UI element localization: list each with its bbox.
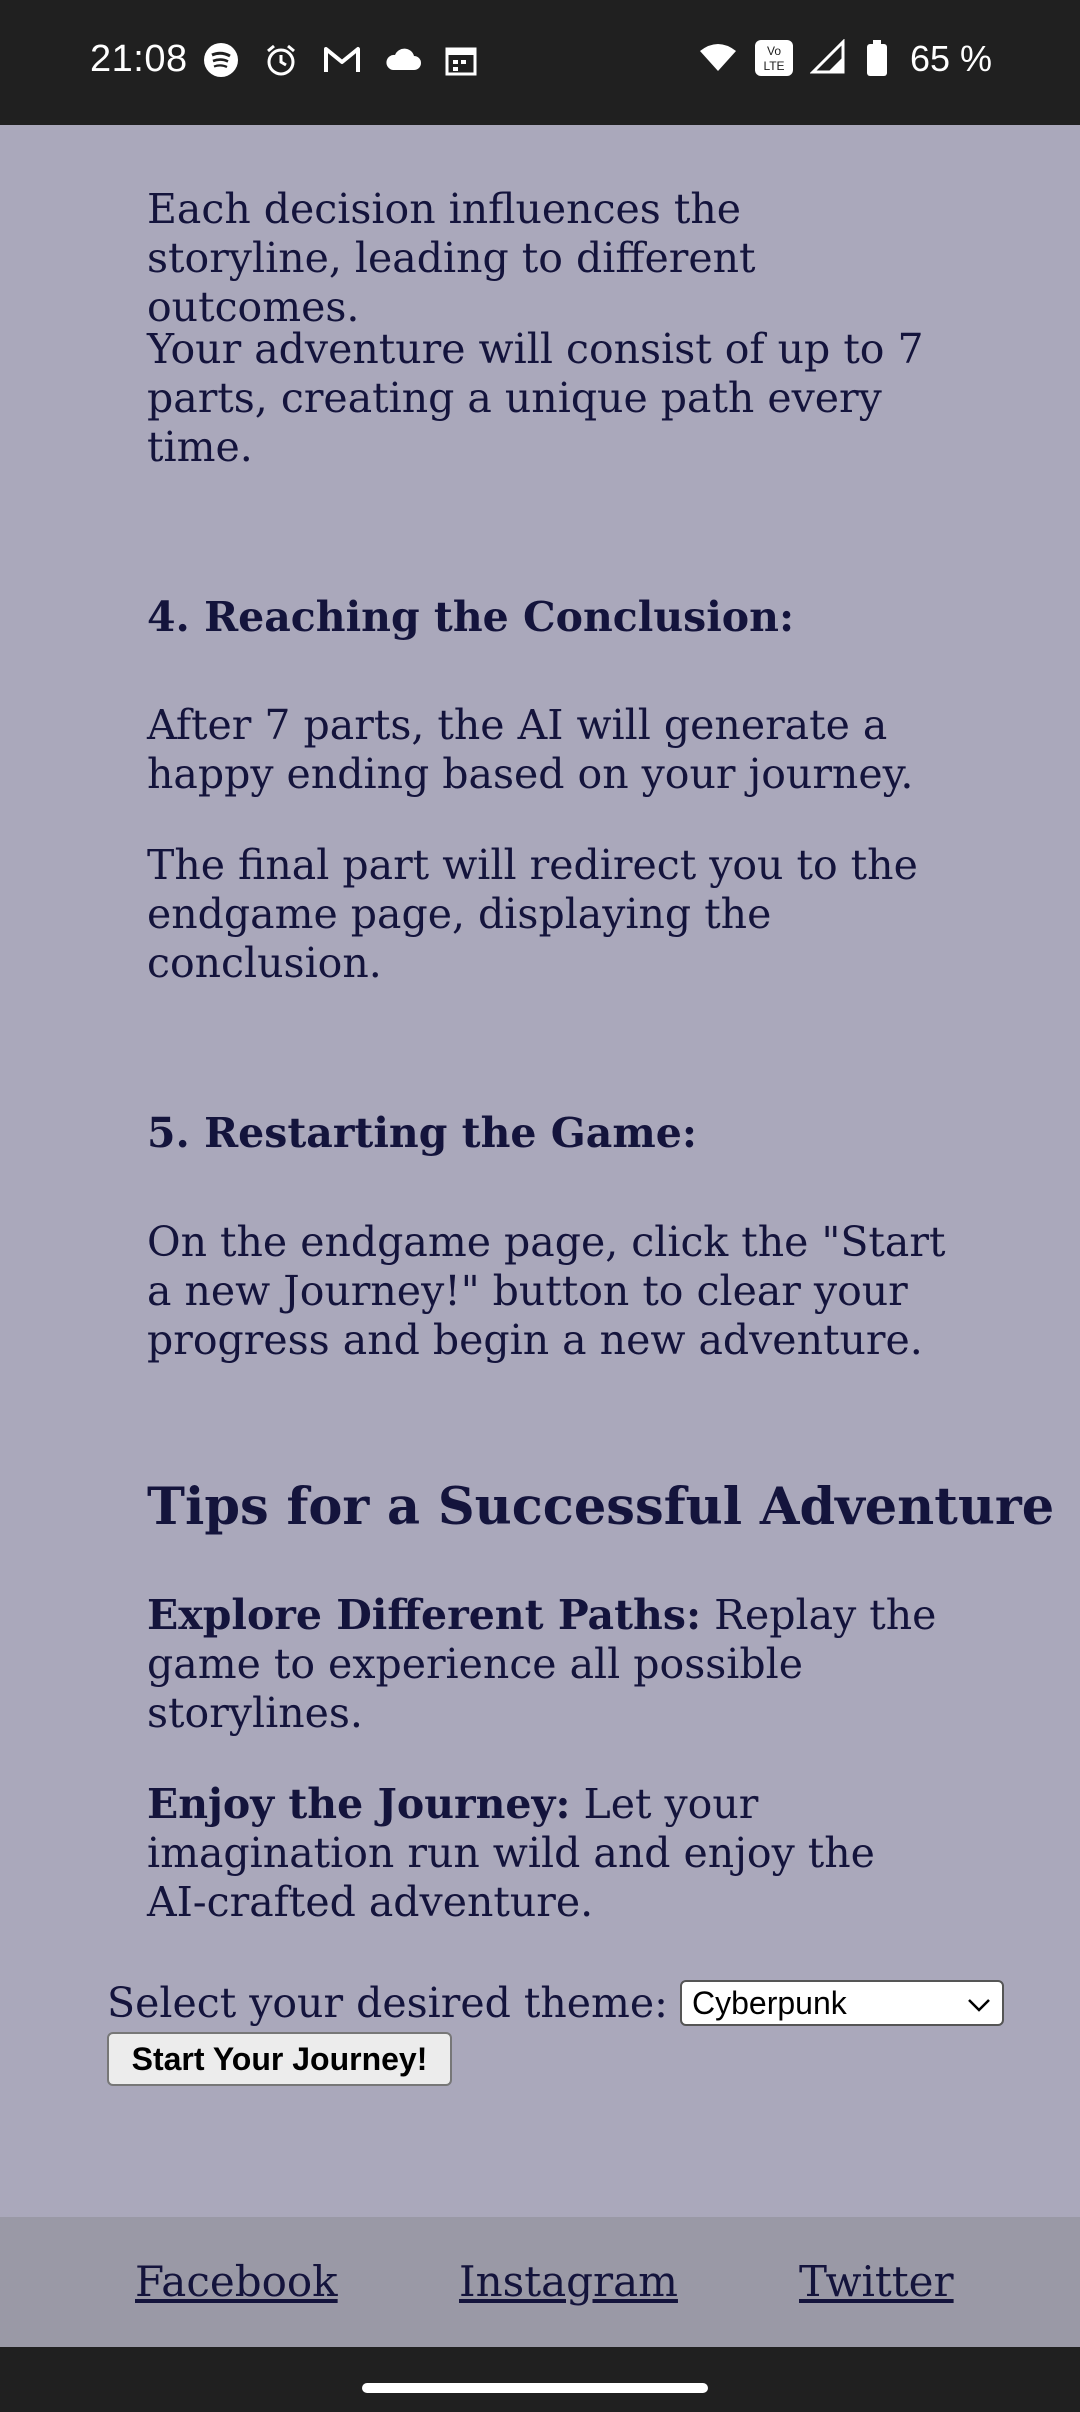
calendar-icon <box>443 42 483 82</box>
status-time: 21:08 <box>90 38 188 80</box>
battery-icon <box>866 39 888 79</box>
theme-form-row: Select your desired theme: Cyberpunk <box>107 1979 1004 2027</box>
step-4-paragraph-2: The final part will redirect you to the … <box>147 841 918 987</box>
facebook-link[interactable]: Facebook <box>135 2257 338 2306</box>
start-journey-button[interactable]: Start Your Journey! <box>107 2032 452 2086</box>
notification-icons <box>203 42 483 82</box>
signal-icon <box>809 38 850 79</box>
spotify-icon <box>203 42 243 82</box>
tips-heading: Tips for a Successful Adventure <box>147 1477 1055 1537</box>
navigation-bar <box>0 2347 1080 2412</box>
cloud-icon <box>383 42 423 82</box>
wifi-icon <box>698 39 738 79</box>
theme-select[interactable]: Cyberpunk <box>680 1980 1004 2026</box>
volte-text-top: Vo <box>767 44 781 58</box>
chevron-down-icon <box>966 1985 992 2022</box>
footer: Facebook Instagram Twitter <box>0 2217 1080 2347</box>
step-4-heading: 4. Reaching the Conclusion: <box>147 593 795 641</box>
tip-enjoy-journey: Enjoy the Journey: Let your imagination … <box>147 1780 947 1927</box>
home-indicator[interactable] <box>362 2383 708 2393</box>
volte-icon: Vo LTE <box>754 39 794 79</box>
paragraph-parts: Your adventure will consist of up to 7 p… <box>147 325 924 471</box>
tip-explore-paths: Explore Different Paths: Replay the game… <box>147 1591 947 1738</box>
alarm-icon <box>263 42 303 82</box>
tip-1-title: Explore Different Paths: <box>147 1591 702 1639</box>
twitter-link[interactable]: Twitter <box>799 2257 954 2306</box>
battery-percent: 65 % <box>909 38 992 79</box>
instructions-content: Each decision influences the storyline, … <box>0 125 1080 2217</box>
step-5-heading: 5. Restarting the Game: <box>147 1109 697 1157</box>
system-icons: Vo LTE 65 % <box>698 38 992 80</box>
step-5-paragraph: On the endgame page, click the "Start a … <box>147 1218 946 1364</box>
instagram-link[interactable]: Instagram <box>459 2257 678 2306</box>
gmail-icon <box>323 42 363 82</box>
status-bar: 21:08 Vo LTE 65 % <box>0 0 1080 125</box>
volte-text-bottom: LTE <box>763 59 784 73</box>
theme-label: Select your desired theme: <box>107 1979 668 2027</box>
theme-select-value: Cyberpunk <box>692 1984 847 2021</box>
paragraph-decisions: Each decision influences the storyline, … <box>147 185 756 331</box>
tip-2-title: Enjoy the Journey: <box>147 1780 571 1828</box>
step-4-paragraph-1: After 7 parts, the AI will generate a ha… <box>147 701 914 798</box>
